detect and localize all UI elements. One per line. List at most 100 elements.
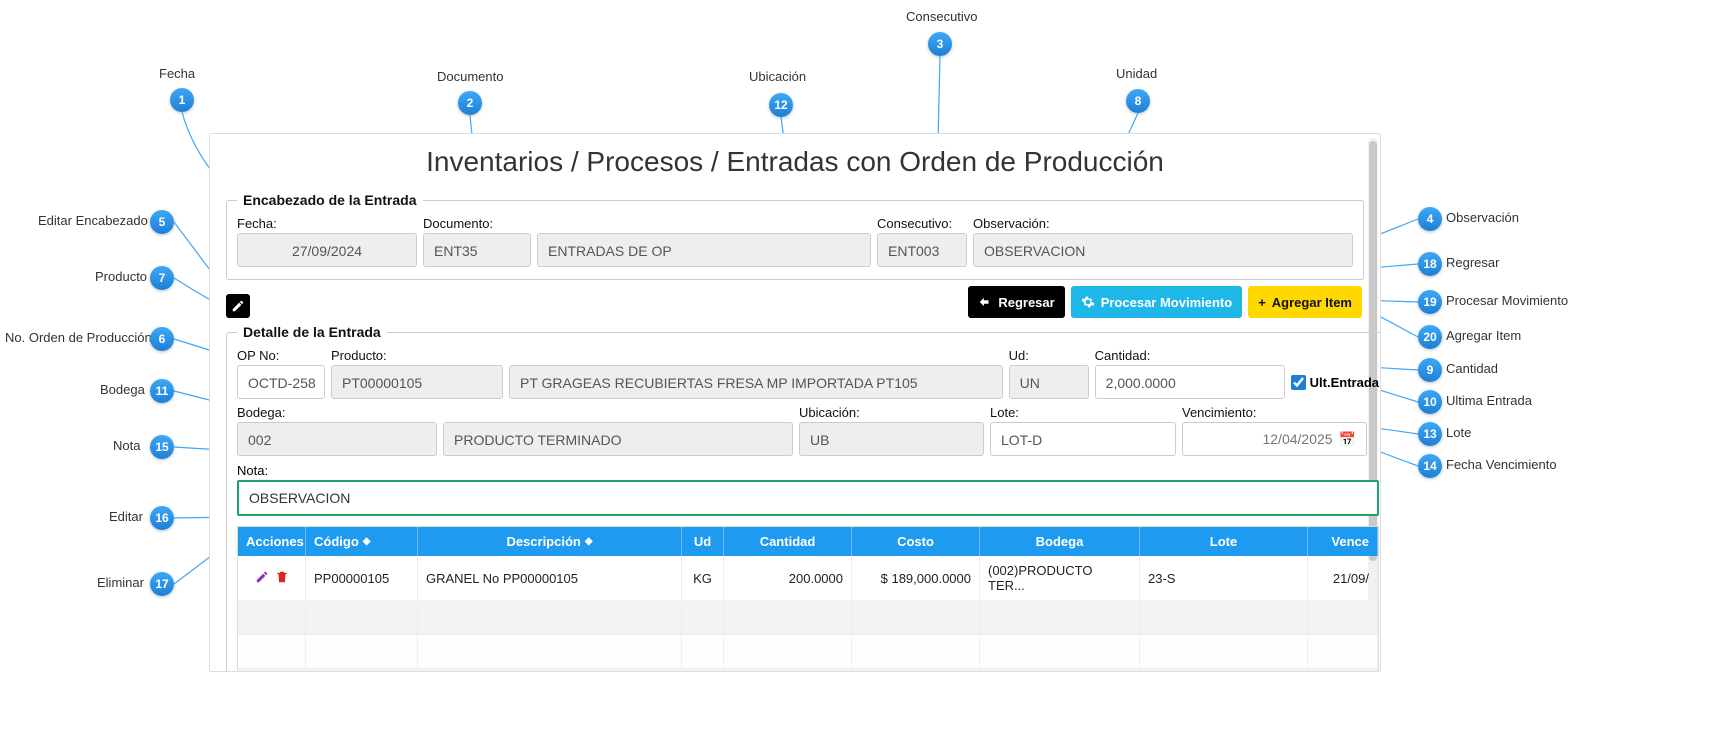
callout-number-2: 2 — [458, 91, 482, 115]
callout-number-15: 15 — [150, 435, 174, 459]
ubicacion-input[interactable]: UB — [799, 422, 984, 456]
lote-input[interactable]: LOT-D — [990, 422, 1176, 456]
op-label: OP No: — [237, 348, 325, 363]
callout-number-1: 1 — [170, 88, 194, 112]
callout-number-19: 19 — [1418, 290, 1442, 314]
callout-label: Bodega — [100, 382, 145, 397]
callout-number-6: 6 — [150, 327, 174, 351]
callout-number-8: 8 — [1126, 89, 1150, 113]
table-row: PP00000105 GRANEL No PP00000105 KG 200.0… — [238, 556, 1378, 601]
delete-row-icon[interactable] — [275, 570, 289, 587]
callout-label: Observación — [1446, 210, 1519, 225]
callout-label: Cantidad — [1446, 361, 1498, 376]
cell-bodega: (002)PRODUCTO TER... — [980, 556, 1140, 601]
callout-label: Ubicación — [749, 69, 806, 84]
callout-number-5: 5 — [150, 210, 174, 234]
col-vence[interactable]: Vence — [1308, 527, 1378, 556]
callout-label: Eliminar — [97, 575, 144, 590]
callout-number-7: 7 — [150, 266, 174, 290]
ult-entrada-label: Ult.Entrada — [1310, 375, 1379, 390]
regresar-button[interactable]: Regresar — [968, 286, 1064, 318]
callout-label: Ultima Entrada — [1446, 393, 1532, 408]
detail-fieldset: Detalle de la Entrada OP No: OCTD-258 Pr… — [226, 324, 1381, 672]
ud-input: UN — [1009, 365, 1089, 399]
plus-icon: + — [1258, 295, 1266, 310]
table-row — [238, 601, 1378, 635]
callout-number-14: 14 — [1418, 454, 1442, 478]
ubicacion-label: Ubicación: — [799, 405, 984, 420]
col-codigo[interactable]: Código◆ — [306, 527, 418, 556]
callout-label: Unidad — [1116, 66, 1157, 81]
cantidad-label: Cantidad: — [1095, 348, 1285, 363]
callout-label: Editar Encabezado — [38, 213, 148, 228]
col-cantidad[interactable]: Cantidad — [724, 527, 852, 556]
agregar-item-button[interactable]: + Agregar Item — [1248, 286, 1362, 318]
cell-cantidad: 200.0000 — [724, 556, 852, 601]
col-acciones[interactable]: Acciones — [238, 527, 306, 556]
producto-code-input[interactable]: PT00000105 — [331, 365, 503, 399]
cell-codigo: PP00000105 — [306, 556, 418, 601]
callout-label: No. Orden de Producción — [5, 330, 152, 345]
callout-number-9: 9 — [1418, 358, 1442, 382]
procesar-movimiento-button[interactable]: Procesar Movimiento — [1071, 286, 1243, 318]
sort-icon: ◆ — [585, 536, 593, 547]
bodega-label: Bodega: — [237, 405, 437, 420]
consecutivo-label: Consecutivo: — [877, 216, 967, 231]
callout-label: Lote — [1446, 425, 1471, 440]
col-costo[interactable]: Costo — [852, 527, 980, 556]
ult-entrada-check-input[interactable] — [1291, 375, 1306, 390]
callout-label: Agregar Item — [1446, 328, 1521, 343]
nota-input[interactable] — [237, 480, 1379, 516]
bodega-code-input[interactable]: 002 — [237, 422, 437, 456]
producto-label: Producto: — [331, 348, 503, 363]
calendar-icon: 📅 — [1339, 422, 1356, 456]
callout-number-16: 16 — [150, 506, 174, 530]
cantidad-input[interactable]: 2,000.0000 — [1095, 365, 1285, 399]
callout-number-20: 20 — [1418, 325, 1442, 349]
gears-icon — [1081, 295, 1095, 309]
cell-costo: $ 189,000.0000 — [852, 556, 980, 601]
callout-number-17: 17 — [150, 572, 174, 596]
documento-code-input[interactable]: ENT35 — [423, 233, 531, 267]
col-lote[interactable]: Lote — [1140, 527, 1308, 556]
callout-label: Consecutivo — [906, 9, 978, 24]
vencimiento-input[interactable]: 12/04/2025 📅 — [1182, 422, 1367, 456]
main-card: Inventarios / Procesos / Entradas con Or… — [209, 133, 1381, 672]
callout-label: Fecha Vencimiento — [1446, 457, 1557, 472]
cell-descripcion: GRANEL No PP00000105 — [418, 556, 682, 601]
col-bodega[interactable]: Bodega — [980, 527, 1140, 556]
callout-number-4: 4 — [1418, 207, 1442, 231]
callout-label: Nota — [113, 438, 140, 453]
header-fieldset: Encabezado de la Entrada Fecha: 27/09/20… — [226, 192, 1364, 280]
ud-label: Ud: — [1009, 348, 1089, 363]
observacion-input[interactable]: OBSERVACION — [973, 233, 1353, 267]
callout-label: Regresar — [1446, 255, 1499, 270]
sort-icon: ◆ — [363, 536, 371, 547]
vencimiento-label: Vencimiento: — [1182, 405, 1367, 420]
callout-number-13: 13 — [1418, 422, 1442, 446]
header-legend: Encabezado de la Entrada — [237, 192, 423, 208]
callout-number-12: 12 — [769, 93, 793, 117]
edit-row-icon[interactable] — [255, 570, 269, 587]
op-input[interactable]: OCTD-258 — [237, 365, 325, 399]
lote-label: Lote: — [990, 405, 1176, 420]
col-ud[interactable]: Ud — [682, 527, 724, 556]
detail-legend: Detalle de la Entrada — [237, 324, 387, 340]
cell-ud: KG — [682, 556, 724, 601]
fecha-input[interactable]: 27/09/2024 — [237, 233, 417, 267]
callout-label: Editar — [109, 509, 143, 524]
callout-number-11: 11 — [150, 379, 174, 403]
detail-table: Acciones Código◆ Descripción◆ Ud Cantida… — [237, 526, 1379, 672]
consecutivo-input[interactable]: ENT003 — [877, 233, 967, 267]
ult-entrada-checkbox[interactable]: Ult.Entrada — [1291, 365, 1379, 399]
back-arrow-icon — [978, 295, 992, 309]
edit-header-button[interactable] — [226, 294, 250, 318]
documento-label: Documento: — [423, 216, 531, 231]
page-title: Inventarios / Procesos / Entradas con Or… — [226, 146, 1364, 178]
producto-desc-input: PT GRAGEAS RECUBIERTAS FRESA MP IMPORTAD… — [509, 365, 1003, 399]
col-descripcion[interactable]: Descripción◆ — [418, 527, 682, 556]
cell-lote: 23-S — [1140, 556, 1308, 601]
pencil-icon — [231, 299, 245, 313]
callout-label: Producto — [95, 269, 147, 284]
callout-label: Procesar Movimiento — [1446, 293, 1568, 308]
